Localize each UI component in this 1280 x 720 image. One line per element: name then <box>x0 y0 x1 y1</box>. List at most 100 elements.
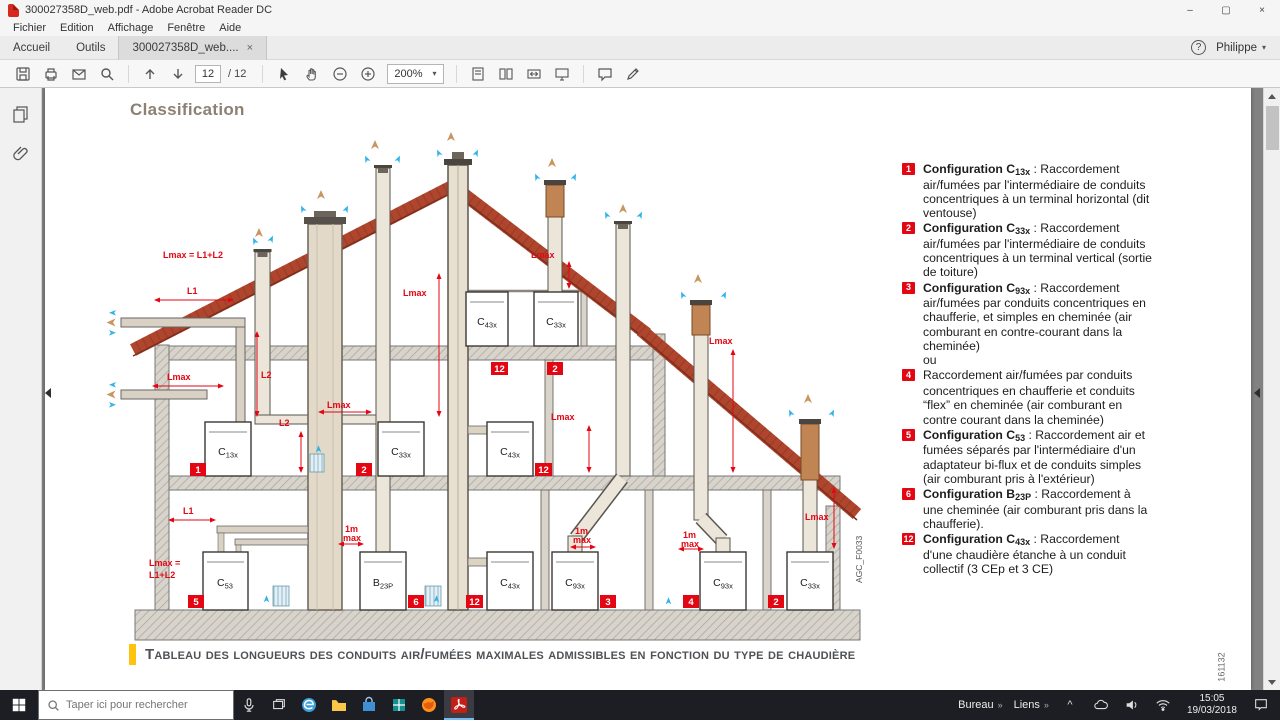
legend-item-5: 5 Configuration C53 : Raccordement air et… <box>902 428 1152 486</box>
boiler-c93x-ground: C93x <box>551 551 599 611</box>
next-page-button[interactable] <box>165 62 191 86</box>
svg-text:L2: L2 <box>261 370 272 380</box>
menu-bar: Fichier Edition Affichage Fenêtre Aide <box>0 20 1280 36</box>
vertical-scrollbar[interactable] <box>1263 88 1280 690</box>
badge-12: 12 <box>491 362 508 375</box>
network-icon[interactable] <box>1148 690 1178 720</box>
start-button[interactable] <box>0 690 38 720</box>
page-number-input[interactable] <box>195 64 221 83</box>
page-thumbnails-icon[interactable] <box>9 102 33 126</box>
zoom-level-select[interactable]: 200% ▾ <box>387 63 444 84</box>
office-app-icon[interactable] <box>384 690 414 720</box>
clock-time: 15:05 <box>1199 692 1225 704</box>
file-explorer-icon[interactable] <box>324 690 354 720</box>
toolbar-bureau[interactable]: Bureau» <box>953 699 1008 711</box>
print-button[interactable] <box>38 62 64 86</box>
maximize-button[interactable]: ▢ <box>1208 0 1244 20</box>
comment-button[interactable] <box>592 62 618 86</box>
legend-badge: 3 <box>902 281 915 294</box>
menu-fichier[interactable]: Fichier <box>6 22 53 34</box>
legend-badge: 5 <box>902 428 915 441</box>
chevron-right-icon: » <box>1043 700 1049 710</box>
collapse-right-panel-button[interactable] <box>1251 380 1263 406</box>
boiler-c43x-attic: C43x <box>465 291 509 347</box>
task-view-icon[interactable] <box>264 690 294 720</box>
tab-accueil[interactable]: Accueil <box>0 36 63 60</box>
select-tool-button[interactable] <box>271 62 297 86</box>
title-bar: 300027358D_web.pdf - Adobe Acrobat Reade… <box>0 0 1280 20</box>
email-button[interactable] <box>66 62 92 86</box>
svg-text:Lmax: Lmax <box>551 412 575 422</box>
hand-tool-button[interactable] <box>299 62 325 86</box>
user-menu[interactable]: Philippe ▾ <box>1216 42 1266 54</box>
reading-mode-button[interactable] <box>549 62 575 86</box>
pdf-page: Classification C13x C33x C43x C43x C33x … <box>45 88 1251 690</box>
taskbar-search[interactable] <box>38 690 234 720</box>
badge-12: 12 <box>535 463 552 476</box>
minimize-button[interactable]: – <box>1172 0 1208 20</box>
boiler-c43x-ground: C43x <box>486 551 534 611</box>
notifications-icon[interactable] <box>1246 690 1276 720</box>
acrobat-window: 300027358D_web.pdf - Adobe Acrobat Reade… <box>0 0 1280 720</box>
acrobat-app-icon <box>8 3 19 17</box>
scroll-down-icon[interactable] <box>1264 674 1280 690</box>
show-hidden-icons[interactable]: ^ <box>1055 690 1085 720</box>
taskbar-clock[interactable]: 15:05 19/03/2018 <box>1179 693 1245 718</box>
toolbar-liens[interactable]: Liens» <box>1009 699 1054 711</box>
acrobat-taskbar-icon[interactable] <box>444 690 474 720</box>
two-page-view-button[interactable] <box>493 62 519 86</box>
scroll-up-icon[interactable] <box>1264 88 1280 104</box>
previous-page-button[interactable] <box>137 62 163 86</box>
boiler-c43x-mid: C43x <box>486 421 534 477</box>
search-icon[interactable] <box>94 62 120 86</box>
microphone-icon[interactable] <box>234 690 264 720</box>
badge-2: 2 <box>768 595 784 608</box>
main-toolbar: / 12 200% ▾ <box>0 60 1280 88</box>
attachments-icon[interactable] <box>9 142 33 166</box>
search-input[interactable] <box>66 699 216 711</box>
edge-icon[interactable] <box>294 690 324 720</box>
svg-text:L2: L2 <box>279 418 290 428</box>
svg-text:Lmax: Lmax <box>403 288 427 298</box>
highlight-pen-button[interactable] <box>620 62 646 86</box>
chevron-down-icon: ▾ <box>1261 43 1266 52</box>
window-controls: – ▢ × <box>1172 0 1280 20</box>
svg-text:Lmax: Lmax <box>709 336 733 346</box>
page-view-button[interactable] <box>465 62 491 86</box>
menu-aide[interactable]: Aide <box>212 22 248 34</box>
zoom-in-button[interactable] <box>355 62 381 86</box>
tab-outils[interactable]: Outils <box>63 36 118 60</box>
legend-item-12: 12 Configuration C43x : Raccordement d'un… <box>902 532 1126 576</box>
scrollbar-thumb[interactable] <box>1266 106 1279 150</box>
svg-text:max: max <box>343 533 361 543</box>
svg-text:Lmax =: Lmax = <box>149 558 180 568</box>
boiler-c33x-ground-right: C33x <box>786 551 834 611</box>
volume-icon[interactable] <box>1117 690 1147 720</box>
zoom-value: 200% <box>394 67 423 80</box>
cloud-icon[interactable] <box>1086 690 1116 720</box>
store-icon[interactable] <box>354 690 384 720</box>
help-icon[interactable]: ? <box>1191 40 1207 55</box>
firefox-icon[interactable] <box>414 690 444 720</box>
tab-document[interactable]: 300027358D_web.... × <box>118 35 268 60</box>
system-tray: Bureau» Liens» ^ 15:05 19/03/2018 <box>953 690 1280 720</box>
tab-close-icon[interactable]: × <box>247 42 253 54</box>
close-button[interactable]: × <box>1244 0 1280 20</box>
save-button[interactable] <box>10 62 36 86</box>
boiler-c13x-mid: C13x <box>204 421 252 477</box>
chevron-down-icon: ▾ <box>432 69 437 78</box>
menu-edition[interactable]: Edition <box>53 22 101 34</box>
user-name: Philippe <box>1216 41 1257 54</box>
menu-affichage[interactable]: Affichage <box>101 22 161 34</box>
collapse-left-panel-button[interactable] <box>42 380 54 406</box>
windows-taskbar: Bureau» Liens» ^ 15:05 19/03/2018 <box>0 690 1280 720</box>
chevron-right-icon: » <box>997 700 1003 710</box>
svg-text:L1+L2: L1+L2 <box>149 570 175 580</box>
svg-text:L1: L1 <box>187 286 198 296</box>
legend-badge: 6 <box>902 488 915 501</box>
badge-1: 1 <box>190 463 206 476</box>
zoom-out-button[interactable] <box>327 62 353 86</box>
document-area: Classification C13x C33x C43x C43x C33x … <box>42 88 1263 690</box>
fit-width-button[interactable] <box>521 62 547 86</box>
menu-fenetre[interactable]: Fenêtre <box>160 22 212 34</box>
